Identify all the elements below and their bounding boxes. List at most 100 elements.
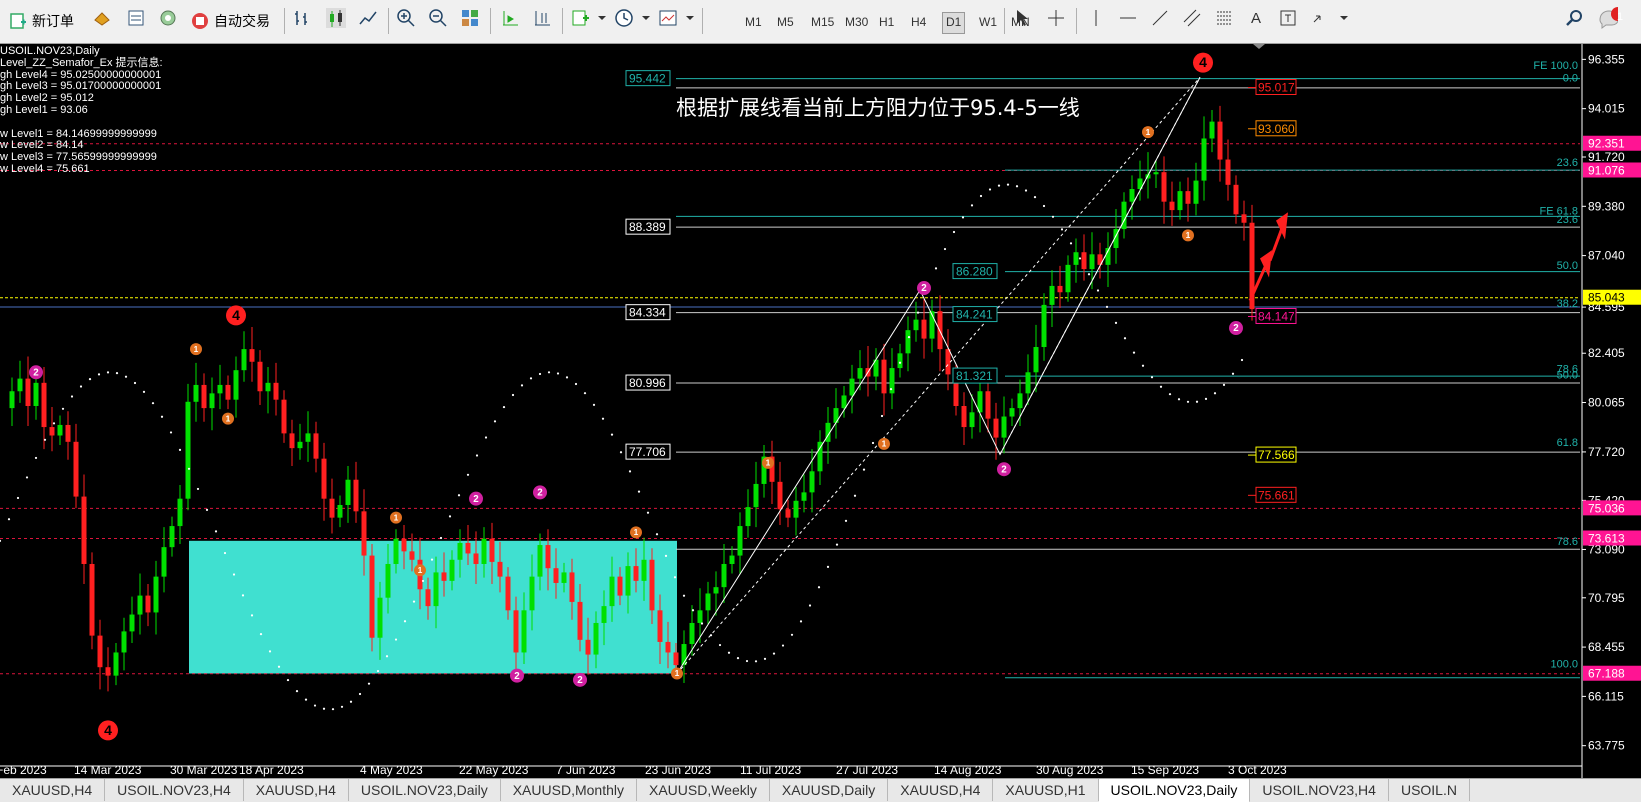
chevron-down-icon[interactable] — [636, 8, 656, 28]
sar-dot — [745, 659, 749, 663]
trendline-icon[interactable] — [1150, 8, 1170, 28]
chart-shift-icon[interactable] — [500, 8, 520, 28]
new-order-button[interactable]: 新订单 — [8, 8, 74, 34]
semafor-label: 4 — [104, 722, 112, 738]
candle-body — [257, 361, 263, 392]
timeframe-w1[interactable]: W1 — [976, 12, 1000, 32]
candle-body — [841, 395, 847, 409]
timeframe-m1[interactable]: M1 — [742, 12, 765, 32]
timeframe-h1[interactable]: H1 — [876, 12, 897, 32]
vertical-line-icon[interactable] — [1086, 8, 1106, 28]
chart-tab[interactable]: XAUUSD,H4 — [0, 779, 106, 801]
candle-body — [337, 505, 343, 518]
chart-tab[interactable]: USOIL.NOV23,Daily — [1098, 779, 1251, 802]
sar-dot — [367, 682, 371, 685]
candle-body — [881, 359, 887, 394]
text-icon[interactable]: A — [1246, 8, 1266, 28]
fibonacci-icon[interactable] — [1214, 8, 1234, 28]
chart-tab[interactable]: XAUUSD,H4 — [888, 779, 994, 801]
candle-body — [897, 353, 903, 369]
navigator-icon[interactable] — [158, 8, 178, 28]
timeframe-m30[interactable]: M30 — [842, 12, 871, 32]
sar-dot — [502, 405, 506, 409]
fibo-label: 61.8 — [1557, 437, 1578, 449]
candle-body — [1193, 180, 1199, 204]
bar-chart-icon[interactable] — [292, 8, 312, 28]
autoscroll-icon[interactable] — [532, 8, 552, 28]
sar-dot — [313, 704, 317, 707]
timeframe-m15[interactable]: M15 — [808, 12, 837, 32]
sar-dot — [916, 311, 920, 314]
candle-body — [41, 382, 47, 428]
candle-body — [713, 587, 719, 594]
data-window-icon[interactable] — [126, 8, 146, 28]
line-chart-icon[interactable] — [358, 8, 378, 28]
cursor-icon[interactable] — [1012, 8, 1032, 28]
chart-tab[interactable]: USOIL.NOV23,Daily — [349, 779, 501, 801]
sar-dot — [151, 402, 155, 405]
level-text: 93.060 — [1258, 122, 1295, 136]
indicators-icon[interactable] — [570, 8, 590, 28]
sar-dot — [1087, 273, 1091, 276]
semafor-label: 1 — [882, 439, 887, 449]
market-watch-icon[interactable] — [92, 8, 112, 28]
candle-body — [473, 553, 479, 564]
candle-body — [353, 479, 359, 512]
chart-tab[interactable]: USOIL.N — [1389, 779, 1470, 801]
candle-body — [1225, 159, 1231, 185]
chart-tab[interactable]: XAUUSD,Daily — [770, 779, 889, 801]
y-tick-label: 96.355 — [1588, 52, 1625, 66]
period-clock-icon[interactable] — [614, 8, 634, 28]
chart-tab[interactable]: USOIL.NOV23,H4 — [105, 779, 244, 801]
price-chart[interactable]: 4 4 4 2 2 2 2 2 2 2 2 1 1 1 1 1 1 1 1 1 1 95.442 88.389 86.280 8… — [0, 44, 1641, 778]
chevron-down-icon[interactable] — [1334, 8, 1354, 28]
sar-dot — [232, 573, 236, 576]
candle-body — [1073, 252, 1079, 265]
price-tag-text: 80.996 — [629, 376, 666, 390]
timeframe-d1[interactable]: D1 — [942, 12, 966, 34]
sar-dot — [124, 375, 128, 378]
chevron-down-icon[interactable] — [592, 8, 612, 28]
sar-dot — [583, 392, 587, 395]
chevron-down-icon[interactable] — [680, 8, 700, 28]
sar-dot — [682, 594, 686, 597]
chart-tab[interactable]: XAUUSD,Weekly — [637, 779, 770, 801]
timeframe-h4[interactable]: H4 — [908, 12, 929, 32]
chart-tab[interactable]: USOIL.NOV23,H4 — [1250, 779, 1389, 801]
zoom-in-icon[interactable] — [396, 8, 416, 28]
sar-dot — [205, 508, 209, 512]
crosshair-icon[interactable] — [1046, 8, 1066, 28]
candle-body — [593, 622, 599, 655]
tile-windows-icon[interactable] — [460, 8, 480, 28]
candle-body — [369, 555, 375, 638]
horizontal-line-icon[interactable] — [1118, 8, 1138, 28]
timeframe-m5[interactable]: M5 — [774, 12, 797, 32]
templates-icon[interactable] — [658, 8, 678, 28]
text-label-icon[interactable] — [1278, 8, 1298, 28]
chart-tab[interactable]: XAUUSD,H1 — [993, 779, 1099, 801]
toolbar-separator — [1076, 8, 1077, 34]
semafor-label: 2 — [1233, 323, 1239, 334]
candle-body — [569, 572, 575, 602]
candle-body — [297, 441, 303, 449]
zoom-out-icon[interactable] — [428, 8, 448, 28]
sar-dot — [718, 643, 722, 647]
arrows-icon[interactable] — [1310, 8, 1330, 28]
candle-body — [905, 330, 911, 354]
auto-trade-button[interactable]: 自动交易 — [190, 8, 270, 34]
sar-dot — [1042, 204, 1046, 208]
y-tick-label: 63.775 — [1588, 739, 1625, 753]
toolbar-separator — [284, 8, 285, 34]
chart-tab[interactable]: XAUUSD,H4 — [244, 779, 349, 801]
price-tag-text: 95.442 — [629, 72, 666, 86]
candle-body — [433, 572, 439, 607]
chart-tab[interactable]: XAUUSD,Monthly — [501, 779, 637, 801]
search-icon[interactable] — [1564, 8, 1584, 28]
candlestick-chart-icon[interactable] — [326, 8, 346, 28]
sar-dot — [223, 551, 227, 555]
candle-body — [1089, 254, 1095, 270]
chart-canvas[interactable]: 4 4 4 2 2 2 2 2 2 2 2 1 1 1 1 1 1 1 1 1 1 95.442 88.389 86.280 8… — [0, 44, 1641, 778]
channel-icon[interactable] — [1182, 8, 1202, 28]
semafor-label: 2 — [537, 488, 543, 499]
x-tick-label: 18 Apr 2023 — [239, 763, 304, 777]
